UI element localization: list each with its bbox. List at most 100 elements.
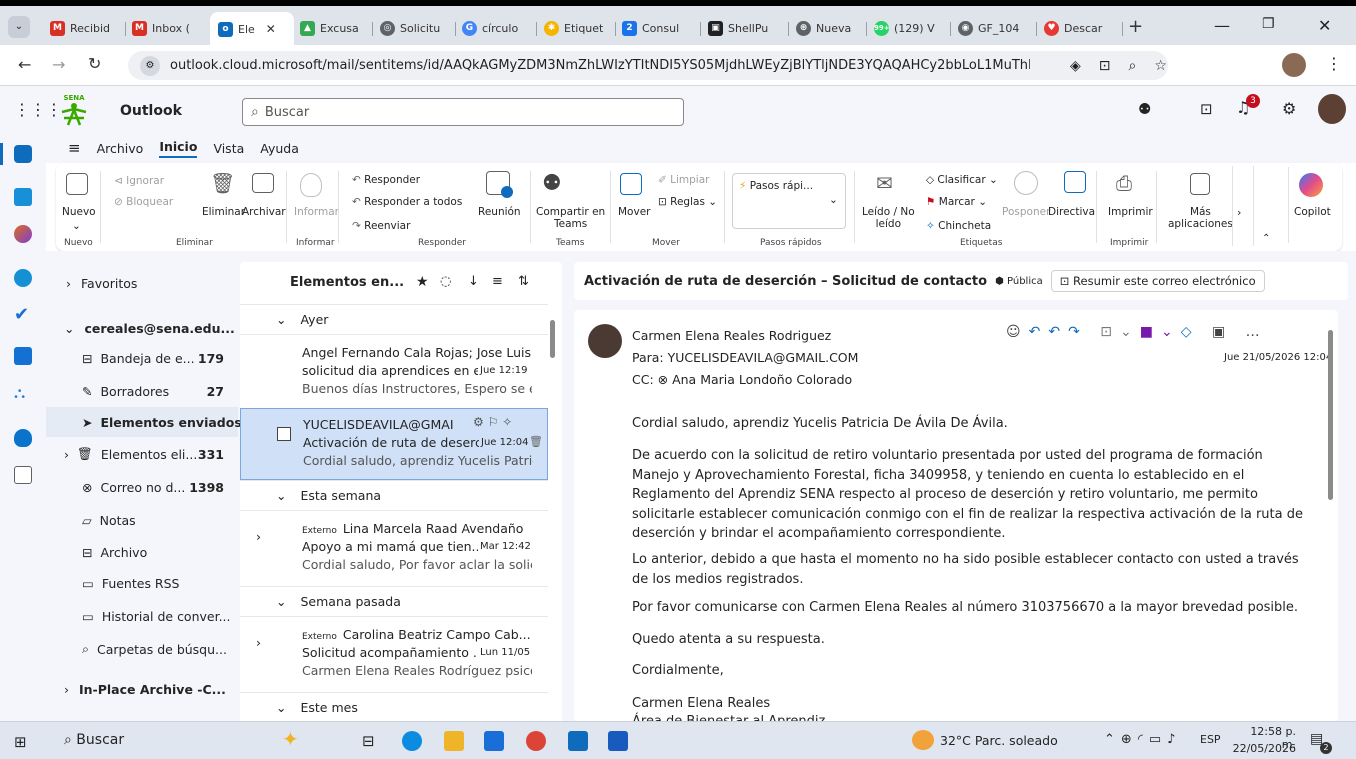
collapse-ribbon-icon[interactable]: ⌃ [1262, 233, 1270, 244]
archive-button[interactable]: Archivar [242, 206, 286, 218]
reply-all-icon[interactable]: ↶ [1048, 324, 1068, 340]
teams-icon[interactable]: ⚉ [1138, 100, 1151, 118]
tab-0[interactable]: M Recibid [50, 14, 120, 42]
back-icon[interactable]: ← [18, 55, 31, 74]
list-scrollbar[interactable] [550, 320, 555, 358]
onedrive-icon[interactable] [14, 429, 32, 447]
tab-archivo[interactable]: Archivo [97, 141, 144, 156]
tab-vista[interactable]: Vista [213, 141, 244, 156]
email-actions[interactable]: ☺↶↶↷ ⊡⌄■⌄◇ ▣ … [1006, 324, 1268, 340]
hamburger-icon[interactable]: ≡ [68, 139, 81, 157]
folder-archive[interactable]: ⊟ Archivo [46, 537, 238, 567]
new-tab-button[interactable]: + [1128, 16, 1143, 37]
reply-all-button[interactable]: ↶ Responder a todos [352, 196, 462, 208]
chevron-up-icon[interactable]: ⌃ [1104, 732, 1121, 747]
url-field[interactable]: ⚙ outlook.cloud.microsoft/mail/sentitems… [128, 51, 1168, 80]
mail-icon[interactable] [14, 145, 32, 163]
favorites-header[interactable]: › Favoritos [46, 268, 238, 298]
archive-header[interactable]: › In-Place Archive -C... [46, 674, 238, 704]
favorite-star-icon[interactable]: ★ [416, 274, 429, 290]
apps-icon[interactable]: ▣ [1212, 324, 1233, 340]
battery-icon[interactable]: ▭ [1149, 732, 1167, 747]
tab-11[interactable]: ◉ GF_104 [958, 14, 1032, 42]
reply-button[interactable]: ↶ Responder [352, 174, 420, 186]
folder-drafts[interactable]: ✎ Borradores 27 [46, 376, 238, 406]
group-este-mes[interactable]: ⌄ Este mes [240, 692, 548, 722]
list-item[interactable]: Angel Fernando Cala Rojas; Jose Luis ...… [240, 334, 548, 410]
people-icon[interactable] [14, 269, 32, 287]
word-taskbar-icon[interactable] [608, 731, 628, 751]
clean-button[interactable]: ✐ Limpiar [658, 174, 709, 186]
copilot-button[interactable]: Copilot [1294, 206, 1331, 218]
chevron-down-icon[interactable]: ⌄ [829, 194, 838, 206]
site-info-icon[interactable]: ⚙ [140, 55, 160, 76]
taskbar-search[interactable]: ⌕ Buscar [64, 732, 124, 748]
windows-start-icon[interactable]: ⊞ [14, 733, 27, 751]
folder-deleted[interactable]: › 🗑 Elementos eli... 331 [46, 439, 238, 469]
reading-scrollbar[interactable] [1328, 330, 1333, 500]
language-indicator[interactable]: ESP [1200, 733, 1221, 746]
settings-gear-icon[interactable]: ⚙ [1282, 99, 1296, 118]
chrome-icon[interactable] [526, 731, 546, 751]
edge-icon[interactable] [402, 731, 422, 751]
more-apps-button[interactable]: Más aplicaciones [1168, 206, 1233, 230]
user-avatar[interactable] [1318, 94, 1346, 124]
categorize-button[interactable]: ◇ Clasificar ⌄ [926, 174, 998, 186]
flag-button[interactable]: ⚑ Marcar ⌄ [926, 196, 987, 208]
folder-search[interactable]: ⌕ Carpetas de búsqu... [46, 634, 238, 664]
minimize-icon[interactable]: — [1214, 16, 1230, 35]
list-item[interactable]: › Externo Carolina Beatriz Campo Cab... S… [240, 616, 548, 692]
chevron-right-icon[interactable]: › [256, 529, 261, 544]
todo-icon[interactable]: ✔ [14, 304, 29, 325]
sender-avatar[interactable] [588, 324, 622, 358]
ignore-button[interactable]: ⊲ Ignorar [114, 175, 164, 187]
block-button[interactable]: ⊘ Bloquear [114, 196, 173, 208]
tab-4[interactable]: ◎ Solicitu [380, 14, 450, 42]
forward-button[interactable]: ↷ Reenviar [352, 220, 410, 232]
pen-icon[interactable]: ⊕ [1121, 732, 1138, 747]
copilot-small-icon[interactable]: ◇ [1181, 324, 1200, 340]
file-explorer-icon[interactable] [444, 731, 464, 751]
app-launcher-icon[interactable]: ⋮⋮⋮ [14, 100, 62, 119]
onenote-icon[interactable]: ■⌄ [1140, 324, 1181, 340]
print-button[interactable]: Imprimir [1108, 206, 1153, 218]
feedback-icon[interactable]: ⊡ [1200, 100, 1213, 118]
word-icon[interactable] [14, 347, 32, 365]
delete-button[interactable]: Eliminar [202, 206, 245, 218]
emoji-icon[interactable]: ☺ [1006, 324, 1029, 340]
select-checkbox[interactable] [277, 427, 291, 441]
profile-avatar[interactable] [1282, 53, 1306, 77]
calendar-icon[interactable] [14, 188, 32, 206]
quick-steps-box[interactable]: ⚡ Pasos rápi... ⌄ [732, 173, 846, 229]
report-button[interactable]: Informar [294, 206, 339, 218]
group-semana-pasada[interactable]: ⌄ Semana pasada [240, 586, 548, 616]
copilot-rail-icon[interactable] [14, 225, 32, 243]
copilot-sparkle-icon[interactable]: ✦ [282, 727, 299, 751]
tab-ayuda[interactable]: Ayuda [260, 141, 299, 156]
policy-button[interactable]: Directiva [1048, 206, 1095, 218]
zoom-icon[interactable]: ⌕ [1129, 58, 1137, 74]
jump-icon[interactable]: ↓ [468, 274, 479, 289]
list-item[interactable]: › Externo Lina Marcela Raad Avendaño Apoy… [240, 510, 548, 586]
tab-2-active[interactable]: o Ele ✕ [210, 12, 294, 46]
move-button[interactable]: Mover [618, 206, 650, 218]
folder-inbox[interactable]: ⊟ Bandeja de e... 179 [46, 343, 238, 373]
browser-menu-icon[interactable]: ⋮ [1326, 54, 1342, 73]
tab-12[interactable]: ♥ Descar [1044, 14, 1118, 42]
tab-6[interactable]: ✱ Etiquet [544, 14, 612, 42]
sender-name[interactable]: Carmen Elena Reales Rodriguez [632, 328, 831, 343]
filter-icon[interactable]: ≡ [492, 274, 503, 289]
org-icon[interactable]: ⛬ [14, 383, 25, 403]
reload-icon[interactable]: ↻ [88, 54, 101, 73]
chevron-down-icon[interactable]: ⌄ [72, 220, 81, 232]
tab-search-icon[interactable]: ⌄ [8, 16, 30, 38]
group-ayer[interactable]: ⌄ Ayer [240, 304, 548, 334]
tab-5[interactable]: Gcírculo [462, 14, 532, 42]
teams-share-icon[interactable]: ⊡⌄ [1100, 324, 1139, 340]
folder-rss[interactable]: ▭ Fuentes RSS [46, 568, 238, 598]
forward-icon[interactable]: → [52, 55, 65, 74]
install-app-icon[interactable]: ⊡ [1099, 58, 1111, 74]
pin-button[interactable]: ✧ Chincheta [926, 220, 991, 232]
outlook-taskbar-icon[interactable] [568, 731, 588, 751]
forward-icon[interactable]: ↷ [1068, 324, 1088, 340]
